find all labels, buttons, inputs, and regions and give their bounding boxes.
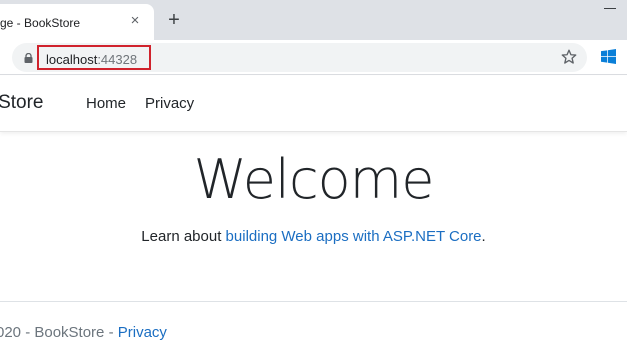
navbar-brand[interactable]: okStore bbox=[0, 92, 43, 114]
minimize-button[interactable] bbox=[604, 8, 616, 9]
url-highlight-box: localhost:44328 bbox=[37, 45, 151, 70]
star-icon[interactable] bbox=[560, 48, 578, 66]
browser-tab[interactable]: ge - BookStore × bbox=[0, 4, 154, 40]
address-bar[interactable]: localhost:44328 bbox=[12, 43, 587, 72]
nav-link-privacy[interactable]: Privacy bbox=[145, 95, 194, 112]
learn-prefix: Learn about bbox=[141, 228, 226, 245]
footer-divider bbox=[0, 301, 627, 302]
tab-title: ge - BookStore bbox=[0, 16, 81, 30]
browser-toolbar: localhost:44328 bbox=[0, 40, 627, 75]
nav-link-home[interactable]: Home bbox=[86, 95, 126, 112]
new-tab-button[interactable]: + bbox=[163, 9, 185, 31]
url-port: :44328 bbox=[97, 52, 138, 67]
aspnet-core-link[interactable]: building Web apps with ASP.NET Core bbox=[226, 228, 482, 245]
footer: 020 - BookStore - Privacy bbox=[0, 324, 167, 341]
learn-about-text: Learn about building Web apps with ASP.N… bbox=[0, 228, 627, 245]
windows-icon[interactable] bbox=[601, 49, 616, 64]
close-icon[interactable]: × bbox=[125, 11, 145, 31]
url-text[interactable]: localhost:44328 bbox=[46, 52, 137, 67]
learn-suffix: . bbox=[481, 228, 486, 245]
page-title: Welcome bbox=[193, 148, 434, 211]
lock-icon[interactable] bbox=[24, 53, 33, 63]
site-navbar: okStore Home Privacy bbox=[0, 76, 627, 132]
url-host: localhost bbox=[46, 52, 98, 67]
footer-privacy-link[interactable]: Privacy bbox=[118, 324, 167, 341]
tab-strip: ge - BookStore × + bbox=[0, 0, 627, 40]
footer-copyright: 020 - BookStore - bbox=[0, 324, 118, 341]
